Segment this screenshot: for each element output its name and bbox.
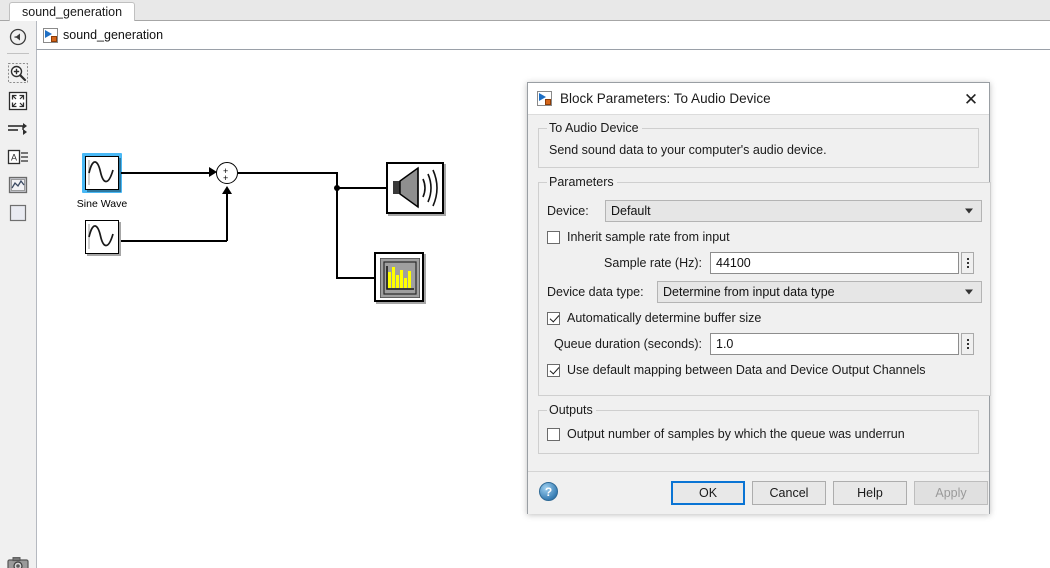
wire-sum-out bbox=[238, 172, 337, 174]
zoom-in-icon[interactable] bbox=[6, 61, 30, 85]
dialog-title: Block Parameters: To Audio Device bbox=[560, 91, 771, 106]
auto-buffer-label: Automatically determine buffer size bbox=[567, 311, 762, 325]
sine-wave-icon bbox=[85, 156, 119, 190]
ok-button[interactable]: OK bbox=[671, 481, 745, 505]
scope-icon[interactable] bbox=[6, 173, 30, 197]
outputs-group: Outputs Output number of samples by whic… bbox=[538, 403, 979, 454]
queue-duration-stepper[interactable] bbox=[961, 333, 974, 355]
close-icon[interactable]: ✕ bbox=[959, 87, 983, 111]
wire-sine2-h bbox=[121, 240, 227, 242]
parameters-group: Parameters Device: Default Inherit sampl… bbox=[538, 175, 991, 396]
default-mapping-checkbox[interactable] bbox=[547, 363, 560, 377]
wire-to-scope-v bbox=[336, 187, 338, 278]
toolbar-divider bbox=[7, 53, 29, 54]
blank-block-icon[interactable] bbox=[6, 201, 30, 225]
spectrum-analyzer-block[interactable] bbox=[374, 252, 424, 302]
wire-arrow bbox=[222, 186, 232, 194]
outputs-group-legend: Outputs bbox=[549, 403, 593, 417]
breadcrumb-label: sound_generation bbox=[63, 28, 164, 42]
camera-icon[interactable] bbox=[6, 553, 30, 568]
tab-sound-generation[interactable]: sound_generation bbox=[9, 2, 136, 21]
annotation-icon[interactable]: A bbox=[6, 145, 30, 169]
device-data-type-dropdown[interactable]: Determine from input data type bbox=[657, 281, 982, 303]
queue-duration-value: 1.0 bbox=[716, 337, 734, 351]
sine-wave-icon bbox=[85, 220, 119, 254]
sample-rate-label: Sample rate (Hz): bbox=[604, 256, 702, 270]
device-dropdown[interactable]: Default bbox=[605, 200, 982, 222]
chevron-down-icon bbox=[965, 289, 973, 295]
default-mapping-label: Use default mapping between Data and Dev… bbox=[567, 363, 926, 377]
simulink-block-icon bbox=[537, 91, 552, 106]
cancel-button[interactable]: Cancel bbox=[752, 481, 826, 505]
sum-circle-icon: + + bbox=[216, 162, 238, 184]
tab-label: sound_generation bbox=[22, 4, 123, 19]
chevron-down-icon bbox=[965, 208, 973, 214]
sample-rate-row: Sample rate (Hz): 44100 bbox=[547, 252, 982, 274]
queue-duration-label: Queue duration (seconds): bbox=[553, 337, 702, 351]
dialog-body: To Audio Device Send sound data to your … bbox=[528, 115, 991, 514]
breadcrumb-bar: sound_generation bbox=[0, 21, 1050, 50]
default-mapping-row[interactable]: Use default mapping between Data and Dev… bbox=[547, 363, 982, 377]
wire-sine1-sum bbox=[121, 172, 211, 174]
device-data-type-label: Device data type: bbox=[547, 285, 644, 299]
svg-text:A: A bbox=[11, 153, 17, 163]
selection-highlight bbox=[82, 153, 122, 193]
simulink-model-icon bbox=[43, 27, 58, 43]
description-group: To Audio Device Send sound data to your … bbox=[538, 121, 979, 168]
to-audio-device-block[interactable] bbox=[386, 162, 444, 214]
help-icon[interactable]: ? bbox=[539, 482, 558, 501]
help-button[interactable]: Help bbox=[833, 481, 907, 505]
auto-buffer-checkbox[interactable] bbox=[547, 311, 560, 325]
sample-rate-stepper[interactable] bbox=[961, 252, 974, 274]
device-data-type-value: Determine from input data type bbox=[663, 285, 835, 299]
fit-to-view-icon[interactable] bbox=[6, 89, 30, 113]
underrun-row[interactable]: Output number of samples by which the qu… bbox=[547, 427, 970, 441]
signal-lines-icon[interactable] bbox=[6, 117, 30, 141]
inherit-sample-rate-row[interactable]: Inherit sample rate from input bbox=[547, 230, 982, 244]
underrun-checkbox[interactable] bbox=[547, 427, 560, 441]
simulink-window: sound_generation sound_generation A Sine… bbox=[0, 0, 1050, 568]
inherit-sample-rate-checkbox[interactable] bbox=[547, 230, 560, 244]
tab-strip: sound_generation bbox=[0, 0, 1050, 21]
auto-buffer-row[interactable]: Automatically determine buffer size bbox=[547, 311, 982, 325]
underrun-label: Output number of samples by which the qu… bbox=[567, 427, 905, 441]
queue-duration-input[interactable]: 1.0 bbox=[710, 333, 959, 355]
sine-wave-block-1[interactable]: Sine Wave bbox=[77, 153, 127, 210]
block-parameters-dialog[interactable]: Block Parameters: To Audio Device ✕ To A… bbox=[527, 82, 991, 514]
left-toolbar: A bbox=[0, 21, 36, 568]
device-value: Default bbox=[611, 204, 651, 218]
description-text: Send sound data to your computer's audio… bbox=[549, 143, 827, 157]
back-icon[interactable] bbox=[6, 25, 30, 49]
sine-wave-block-1-label: Sine Wave bbox=[76, 198, 128, 210]
dialog-footer: ? OK Cancel Help Apply bbox=[528, 471, 989, 513]
apply-button: Apply bbox=[914, 481, 988, 505]
queue-duration-row: Queue duration (seconds): 1.0 bbox=[547, 333, 982, 355]
inherit-sample-rate-label: Inherit sample rate from input bbox=[567, 230, 730, 244]
speaker-icon bbox=[386, 162, 444, 214]
sum-sign-2: + bbox=[223, 173, 229, 183]
spectrum-analyzer-icon bbox=[374, 252, 424, 302]
wire-sine2-v bbox=[226, 193, 228, 241]
sine-wave-block-2[interactable] bbox=[85, 220, 119, 254]
sum-block[interactable]: + + bbox=[216, 162, 238, 184]
sample-rate-value: 44100 bbox=[716, 256, 751, 270]
parameters-group-legend: Parameters bbox=[549, 175, 614, 189]
device-label: Device: bbox=[547, 204, 589, 218]
device-row: Device: Default bbox=[547, 200, 982, 222]
device-data-type-row: Device data type: Determine from input d… bbox=[547, 281, 982, 303]
sample-rate-input[interactable]: 44100 bbox=[710, 252, 959, 274]
breadcrumb[interactable]: sound_generation bbox=[36, 21, 1050, 50]
dialog-title-bar: Block Parameters: To Audio Device ✕ bbox=[528, 83, 989, 115]
description-group-legend: To Audio Device bbox=[549, 121, 639, 135]
